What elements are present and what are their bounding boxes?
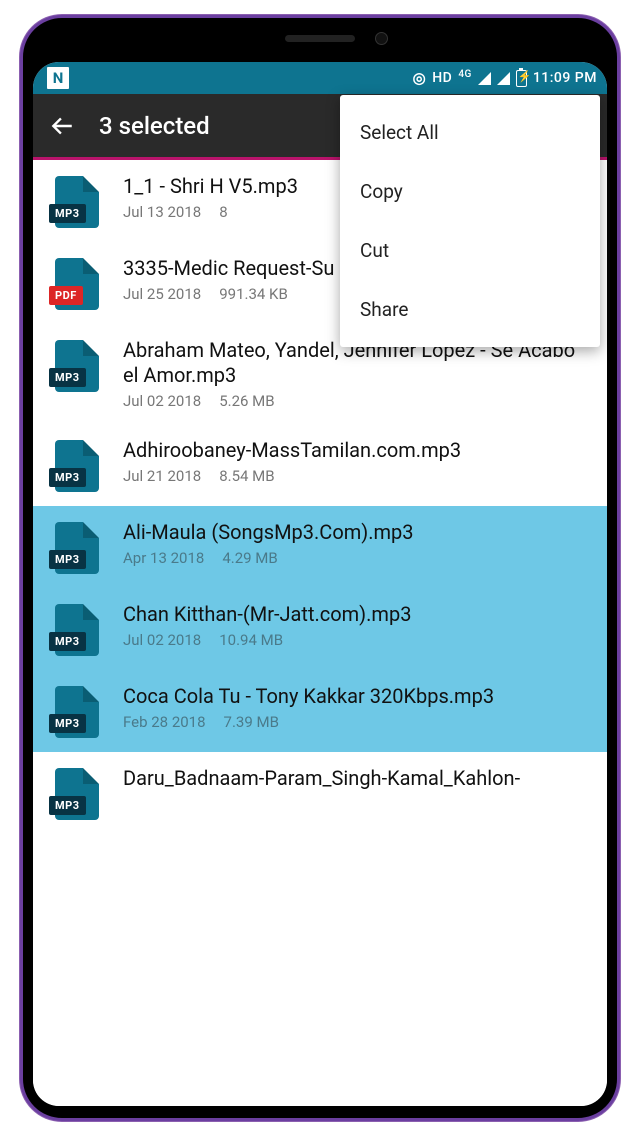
file-info: Coca Cola Tu - Tony Kakkar 320Kbps.mp3 Fe… — [123, 684, 593, 731]
back-arrow-icon[interactable] — [49, 113, 75, 139]
file-ext-badge: MP3 — [49, 550, 86, 569]
file-type-icon: MP3 — [49, 522, 105, 574]
status-right: ◎ HD 4G 11:09 PM — [413, 69, 597, 87]
file-type-icon: MP3 — [49, 604, 105, 656]
file-type-icon: PDF — [49, 258, 105, 310]
file-size: 5.26 MB — [219, 392, 274, 410]
screen: N ◎ HD 4G 11:09 PM 3 selected MP31_1 - S… — [33, 62, 607, 1106]
file-ext-badge: MP3 — [49, 368, 86, 387]
file-meta: Jul 02 2018 5.26 MB — [123, 392, 593, 410]
menu-item-select-all[interactable]: Select All — [340, 103, 600, 162]
file-ext-badge: MP3 — [49, 632, 86, 651]
file-info: Abraham Mateo, Yandel, Jennifer Lopez - … — [123, 338, 593, 410]
file-meta: Apr 13 2018 4.29 MB — [123, 549, 593, 567]
file-row[interactable]: MP3 Ali-Maula (SongsMp3.Com).mp3 Apr 13 20… — [33, 506, 607, 588]
file-row[interactable]: MP3 Adhiroobaney-MassTamilan.com.mp3 Jul 2… — [33, 424, 607, 506]
hotspot-icon: ◎ — [413, 69, 427, 87]
menu-item-copy[interactable]: Copy — [340, 162, 600, 221]
menu-item-cut[interactable]: Cut — [340, 221, 600, 280]
file-info: Adhiroobaney-MassTamilan.com.mp3 Jul 21 2… — [123, 438, 593, 485]
file-type-icon: MP3 — [49, 686, 105, 738]
file-size: 991.34 KB — [219, 285, 288, 303]
file-date: Jul 21 2018 — [123, 467, 201, 485]
file-ext-badge: MP3 — [49, 468, 86, 487]
signal-icon — [478, 72, 491, 85]
file-row[interactable]: MP3 Daru_Badnaam-Param_Singh-Kamal_Kahlon… — [33, 752, 607, 834]
file-info: Chan Kitthan-(Mr-Jatt.com).mp3 Jul 02 201… — [123, 602, 593, 649]
file-info: Daru_Badnaam-Param_Singh-Kamal_Kahlon- — [123, 766, 593, 795]
file-type-icon: MP3 — [49, 768, 105, 820]
file-size: 4.29 MB — [222, 549, 277, 567]
file-ext-badge: PDF — [49, 286, 83, 305]
file-name: Daru_Badnaam-Param_Singh-Kamal_Kahlon- — [123, 766, 593, 791]
file-date: Jul 13 2018 — [123, 203, 201, 221]
file-meta: Feb 28 2018 7.39 MB — [123, 713, 593, 731]
file-name: Chan Kitthan-(Mr-Jatt.com).mp3 — [123, 602, 593, 627]
file-date: Apr 13 2018 — [123, 549, 204, 567]
file-date: Feb 28 2018 — [123, 713, 206, 731]
file-ext-badge: MP3 — [49, 714, 86, 733]
file-name: Ali-Maula (SongsMp3.Com).mp3 — [123, 520, 593, 545]
hd-indicator: HD — [432, 70, 452, 86]
file-type-icon: MP3 — [49, 440, 105, 492]
android-n-icon: N — [47, 67, 69, 89]
file-meta: Jul 02 2018 10.94 MB — [123, 631, 593, 649]
phone-frame: N ◎ HD 4G 11:09 PM 3 selected MP31_1 - S… — [20, 15, 620, 1121]
clock: 11:09 PM — [533, 70, 597, 86]
file-ext-badge: MP3 — [49, 796, 86, 815]
file-row[interactable]: MP3 Chan Kitthan-(Mr-Jatt.com).mp3 Jul 02 … — [33, 588, 607, 670]
network-type: 4G — [458, 69, 472, 80]
speaker — [285, 35, 355, 42]
menu-item-share[interactable]: Share — [340, 280, 600, 339]
file-size: 10.94 MB — [219, 631, 283, 649]
file-type-icon: MP3 — [49, 340, 105, 392]
file-size: 8.54 MB — [219, 467, 274, 485]
file-size: 8 — [219, 203, 227, 221]
front-camera — [375, 32, 388, 45]
file-type-icon: MP3 — [49, 176, 105, 228]
file-name: Coca Cola Tu - Tony Kakkar 320Kbps.mp3 — [123, 684, 593, 709]
signal-icon-2 — [497, 72, 510, 85]
file-name: Adhiroobaney-MassTamilan.com.mp3 — [123, 438, 593, 463]
page-title: 3 selected — [99, 112, 210, 140]
file-meta: Jul 21 2018 8.54 MB — [123, 467, 593, 485]
file-date: Jul 25 2018 — [123, 285, 201, 303]
file-date: Jul 02 2018 — [123, 392, 201, 410]
context-menu: Select AllCopyCutShare — [340, 95, 600, 347]
battery-icon — [516, 70, 527, 87]
file-info: Ali-Maula (SongsMp3.Com).mp3 Apr 13 2018 4… — [123, 520, 593, 567]
file-row[interactable]: MP3 Coca Cola Tu - Tony Kakkar 320Kbps.mp… — [33, 670, 607, 752]
file-size: 7.39 MB — [224, 713, 279, 731]
status-bar: N ◎ HD 4G 11:09 PM — [33, 62, 607, 94]
file-date: Jul 02 2018 — [123, 631, 201, 649]
file-ext-badge: MP3 — [49, 204, 86, 223]
